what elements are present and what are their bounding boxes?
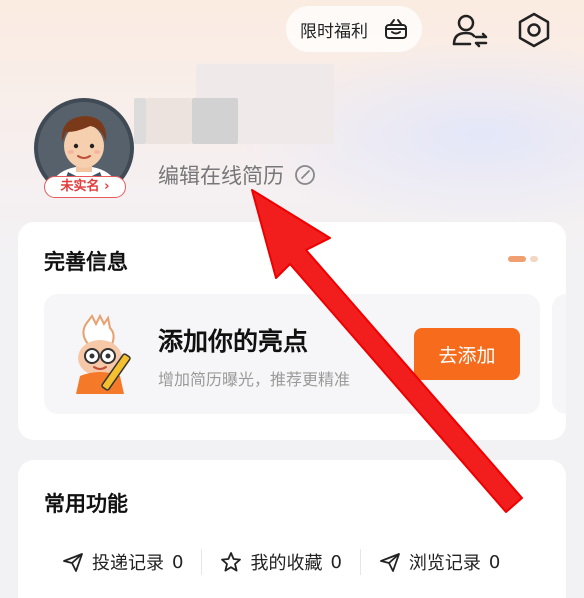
gift-icon (385, 19, 407, 39)
my-favorites-count: 0 (330, 551, 342, 573)
username-blur-part (192, 98, 238, 144)
edit-resume-label: 编辑在线简历 (158, 164, 284, 188)
browse-history-count: 0 (488, 551, 501, 573)
star-icon (221, 552, 242, 572)
edit-resume-link[interactable]: 编辑在线简历 (158, 160, 316, 190)
common-functions-card: 常用功能 投递记录 0 我的收藏 0 浏览记录 0 (18, 460, 566, 598)
username-blur-part (146, 98, 192, 144)
username-blur-part (134, 98, 146, 144)
carousel-dot (530, 256, 538, 262)
browse-history-item[interactable]: 浏览记录 0 (361, 549, 518, 575)
delivery-records-item[interactable]: 投递记录 0 (18, 549, 201, 575)
my-favorites-label: 我的收藏 (250, 553, 323, 574)
limited-benefit-button[interactable]: 限时福利 (286, 6, 422, 52)
add-highlight-button[interactable]: 去添加 (414, 328, 520, 380)
history-icon (380, 553, 400, 572)
carousel-dot-active (508, 256, 526, 262)
limited-benefit-label: 限时福利 (300, 21, 368, 42)
user-switch-icon[interactable] (450, 10, 490, 50)
complete-info-title: 完善信息 (44, 250, 128, 274)
verify-status-label: 未实名 (60, 179, 100, 194)
my-favorites-item[interactable]: 我的收藏 0 (202, 549, 359, 575)
avatar[interactable]: 未实名 › (34, 98, 134, 198)
highlight-panel[interactable]: 添加你的亮点 增加简历曝光，推荐更精准 去添加 (44, 294, 540, 414)
delivery-records-label: 投递记录 (92, 553, 164, 574)
highlight-subtitle: 增加简历曝光，推荐更精准 (158, 370, 351, 389)
complete-info-card: 完善信息 添加你的亮点 增加简历曝光，推荐更精准 去添加 (18, 222, 566, 440)
verify-status-badge[interactable]: 未实名 › (44, 176, 126, 198)
settings-icon[interactable] (514, 10, 554, 50)
carousel-indicator (508, 256, 538, 262)
function-row: 投递记录 0 我的收藏 0 浏览记录 0 (18, 544, 566, 580)
highlight-title: 添加你的亮点 (158, 327, 309, 356)
top-bar: 限时福利 (0, 6, 584, 54)
common-functions-title: 常用功能 (44, 492, 128, 516)
edit-icon (295, 165, 315, 185)
next-panel-peek (552, 294, 566, 414)
delivery-records-count: 0 (172, 551, 184, 573)
mascot-illustration (76, 314, 131, 394)
chevron-right-icon: › (99, 179, 110, 194)
browse-history-label: 浏览记录 (408, 553, 481, 574)
send-icon (63, 553, 83, 572)
